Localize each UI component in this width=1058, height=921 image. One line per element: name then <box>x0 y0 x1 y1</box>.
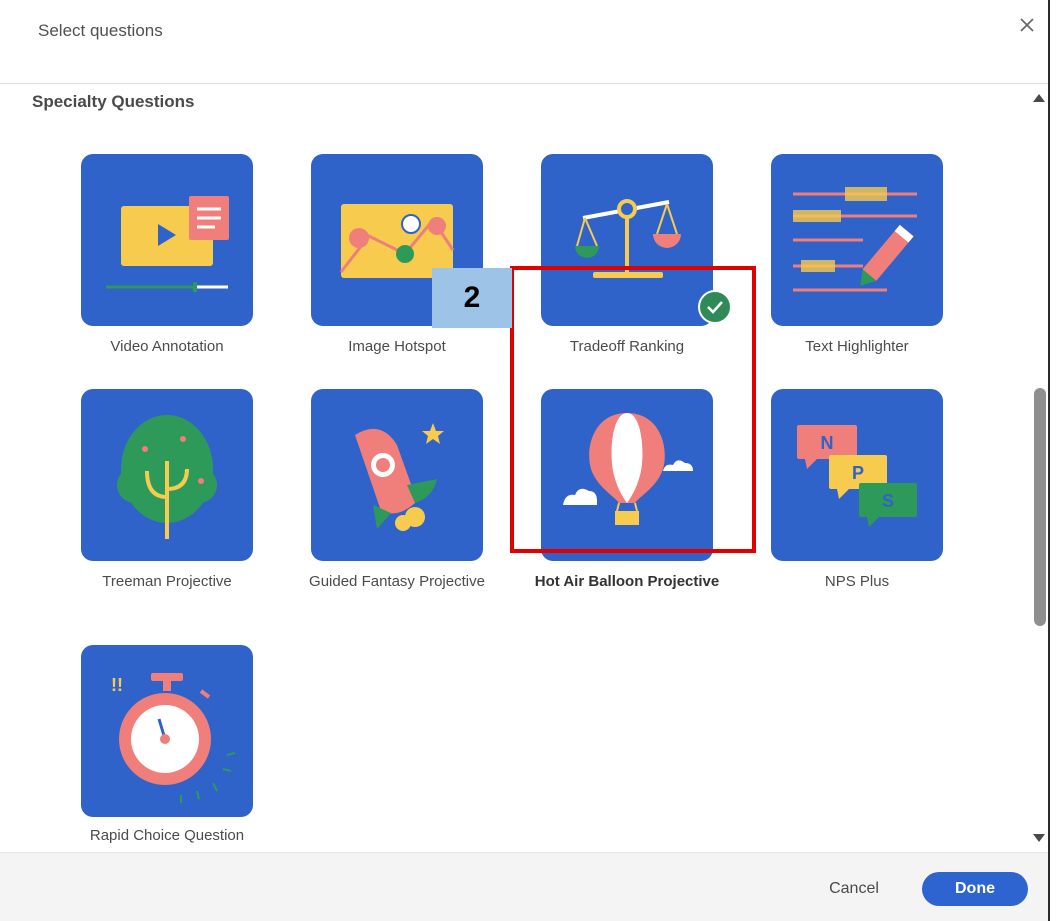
nps-plus-icon: N P S <box>797 425 917 527</box>
tile-label: NPS Plus <box>824 573 890 590</box>
cancel-button[interactable]: Cancel <box>815 872 893 906</box>
svg-text:S: S <box>882 491 894 511</box>
window-edge <box>1048 0 1058 921</box>
tile-label: Guided Fantasy Projective <box>309 573 485 590</box>
checkmark-icon <box>707 301 723 314</box>
dialog-title: Select questions <box>38 21 163 40</box>
scroll-up-arrow-icon[interactable] <box>1033 94 1045 102</box>
tile-label: Video Annotation <box>110 338 224 355</box>
scroll-down-arrow-icon[interactable] <box>1033 834 1045 842</box>
tile-treeman-projective[interactable] <box>81 389 253 561</box>
text-highlighter-icon <box>793 187 917 292</box>
tile-label: Rapid Choice Question <box>89 827 245 844</box>
dialog-header: Select questions <box>0 0 1048 84</box>
treeman-icon <box>117 415 217 539</box>
svg-text:N: N <box>821 433 834 453</box>
tile-video-annotation[interactable] <box>81 154 253 326</box>
tile-nps-plus[interactable]: N P S <box>771 389 943 561</box>
done-button[interactable]: Done <box>922 872 1028 906</box>
selected-check-badge <box>698 290 732 324</box>
svg-text:!!: !! <box>111 675 123 695</box>
tile-guided-fantasy-projective[interactable] <box>311 389 483 561</box>
tile-text-highlighter[interactable] <box>771 154 943 326</box>
step-number-callout: 2 <box>432 268 512 328</box>
video-annotation-icon <box>106 196 229 292</box>
rocket-icon <box>355 423 444 531</box>
close-button[interactable] <box>1014 12 1040 38</box>
scrollbar-thumb[interactable] <box>1034 388 1046 626</box>
stopwatch-icon: !! <box>111 673 236 803</box>
section-title: Specialty Questions <box>32 92 195 111</box>
close-icon <box>1020 18 1034 32</box>
svg-text:P: P <box>852 463 864 483</box>
tile-label: Image Hotspot <box>348 338 446 355</box>
tile-rapid-choice-question[interactable]: !! <box>81 645 253 817</box>
tile-label: Treeman Projective <box>102 573 232 590</box>
tile-label: Hot Air Balloon Projective <box>534 573 720 590</box>
tile-label: Text Highlighter <box>805 338 909 355</box>
